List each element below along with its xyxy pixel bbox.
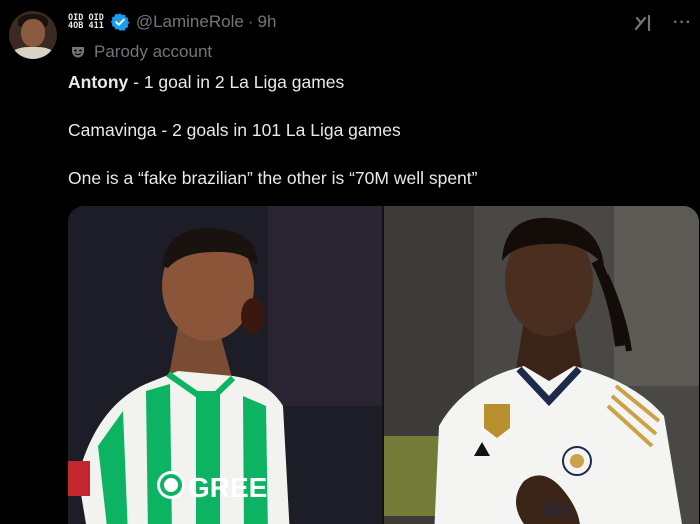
display-name[interactable]: OID OID 4OB 411 (68, 13, 104, 31)
avatar[interactable] (9, 11, 57, 59)
parody-mask-icon (70, 44, 86, 60)
timestamp[interactable]: 9h (257, 12, 276, 31)
tweet-text-bold: Antony (68, 72, 129, 92)
tweet[interactable]: OID OID 4OB 411 @LamineRole · 9h Parody ac… (0, 0, 700, 524)
photo-right[interactable]: tes (384, 206, 699, 524)
verified-badge-icon[interactable] (110, 12, 130, 32)
tweet-text-line-1-rest: - 1 goal in 2 La Liga games (128, 72, 345, 92)
display-name-line-2: 4OB 411 (68, 21, 104, 31)
handle-line: @LamineRole · 9h (136, 12, 277, 32)
grok-icon[interactable] (633, 12, 655, 34)
handle[interactable]: @LamineRole (136, 12, 244, 31)
tweet-text-line-3: One is a “fake brazilian” the other is “… (68, 168, 478, 188)
tweet-text-line-2: Camavinga - 2 goals in 101 La Liga games (68, 120, 401, 140)
left-sponsor-text: GREE (188, 472, 267, 503)
parody-label: Parody account (70, 42, 212, 62)
tweet-header: OID OID 4OB 411 @LamineRole · 9h (68, 10, 276, 34)
top-right-actions: ··· (633, 12, 692, 34)
more-icon[interactable]: ··· (673, 14, 692, 32)
separator: · (247, 12, 254, 31)
tweet-media[interactable]: GREE tes (68, 206, 699, 524)
tweet-text-line-1: Antony - 1 goal in 2 La Liga games (68, 70, 344, 94)
right-sponsor-text: tes (544, 496, 571, 522)
photo-left[interactable]: GREE (68, 206, 382, 524)
parody-text: Parody account (94, 42, 213, 61)
